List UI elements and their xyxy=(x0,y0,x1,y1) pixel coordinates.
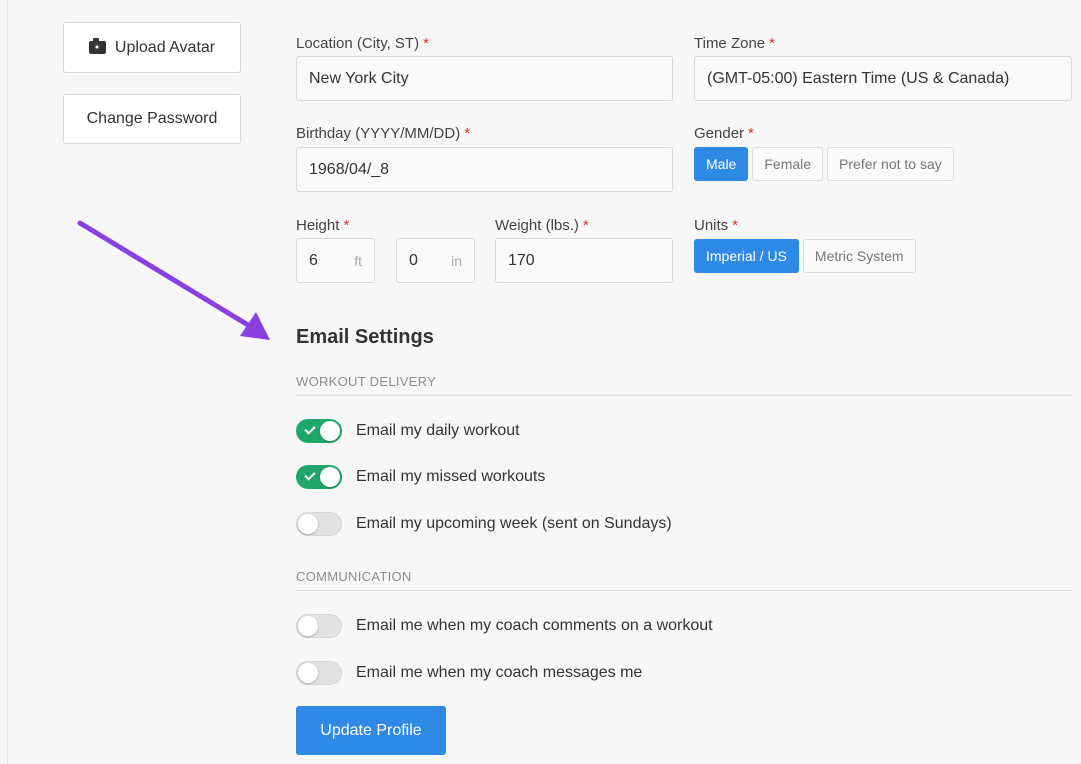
toggle-row-daily-workout[interactable]: Email my daily workout xyxy=(296,418,520,444)
toggle-row-coach-comments[interactable]: Email me when my coach comments on a wor… xyxy=(296,613,713,639)
coach-messages-label: Email me when my coach messages me xyxy=(356,664,643,681)
birthday-input[interactable]: 1968/04/_8 xyxy=(296,147,673,192)
toggle-row-missed-workouts[interactable]: Email my missed workouts xyxy=(296,464,545,490)
communication-heading: COMMUNICATION xyxy=(296,569,412,584)
toggle-row-coach-messages[interactable]: Email me when my coach messages me xyxy=(296,660,642,686)
units-option-imperial[interactable]: Imperial / US xyxy=(694,239,799,273)
units-selector: Imperial / US Metric System xyxy=(694,239,916,273)
gender-option-female[interactable]: Female xyxy=(752,147,824,181)
toggle-row-upcoming-week[interactable]: Email my upcoming week (sent on Sundays) xyxy=(296,511,672,537)
time-zone-select[interactable]: (GMT-05:00) Eastern Time (US & Canada) xyxy=(694,56,1072,101)
missed-workouts-label: Email my missed workouts xyxy=(356,468,546,485)
update-profile-button[interactable]: Update Profile xyxy=(296,706,446,755)
check-icon xyxy=(304,469,316,481)
units-option-metric[interactable]: Metric System xyxy=(802,239,916,273)
daily-workout-toggle[interactable] xyxy=(296,419,342,443)
weight-input[interactable]: 170 xyxy=(495,238,673,283)
height-label: Height * xyxy=(296,217,350,234)
gender-label: Gender * xyxy=(694,125,754,142)
workout-delivery-heading: WORKOUT DELIVERY xyxy=(296,374,437,389)
coach-comments-label: Email me when my coach comments on a wor… xyxy=(356,617,713,634)
upcoming-week-toggle[interactable] xyxy=(296,512,342,536)
check-icon xyxy=(304,423,316,435)
section-divider xyxy=(296,395,1072,396)
section-divider xyxy=(296,590,1072,591)
gender-option-prefer-not-to-say[interactable]: Prefer not to say xyxy=(827,147,954,181)
weight-label: Weight (lbs.) * xyxy=(495,217,589,234)
height-inches-input[interactable]: 0 in xyxy=(396,238,475,283)
height-feet-input[interactable]: 6 ft xyxy=(296,238,375,283)
gender-selector: Male Female Prefer not to say xyxy=(694,147,954,181)
gender-option-male[interactable]: Male xyxy=(694,147,749,181)
arrow-annotation xyxy=(77,220,270,340)
coach-comments-toggle[interactable] xyxy=(296,614,342,638)
missed-workouts-toggle[interactable] xyxy=(296,465,342,489)
daily-workout-label: Email my daily workout xyxy=(356,422,520,439)
email-settings-title: Email Settings xyxy=(296,326,434,348)
upcoming-week-label: Email my upcoming week (sent on Sundays) xyxy=(356,515,672,532)
location-label: Location (City, ST) * xyxy=(296,35,429,52)
coach-messages-toggle[interactable] xyxy=(296,661,342,685)
time-zone-label: Time Zone * xyxy=(694,35,775,52)
units-label: Units * xyxy=(694,217,739,234)
birthday-label: Birthday (YYYY/MM/DD) * xyxy=(296,125,471,142)
location-input[interactable]: New York City xyxy=(296,56,673,101)
